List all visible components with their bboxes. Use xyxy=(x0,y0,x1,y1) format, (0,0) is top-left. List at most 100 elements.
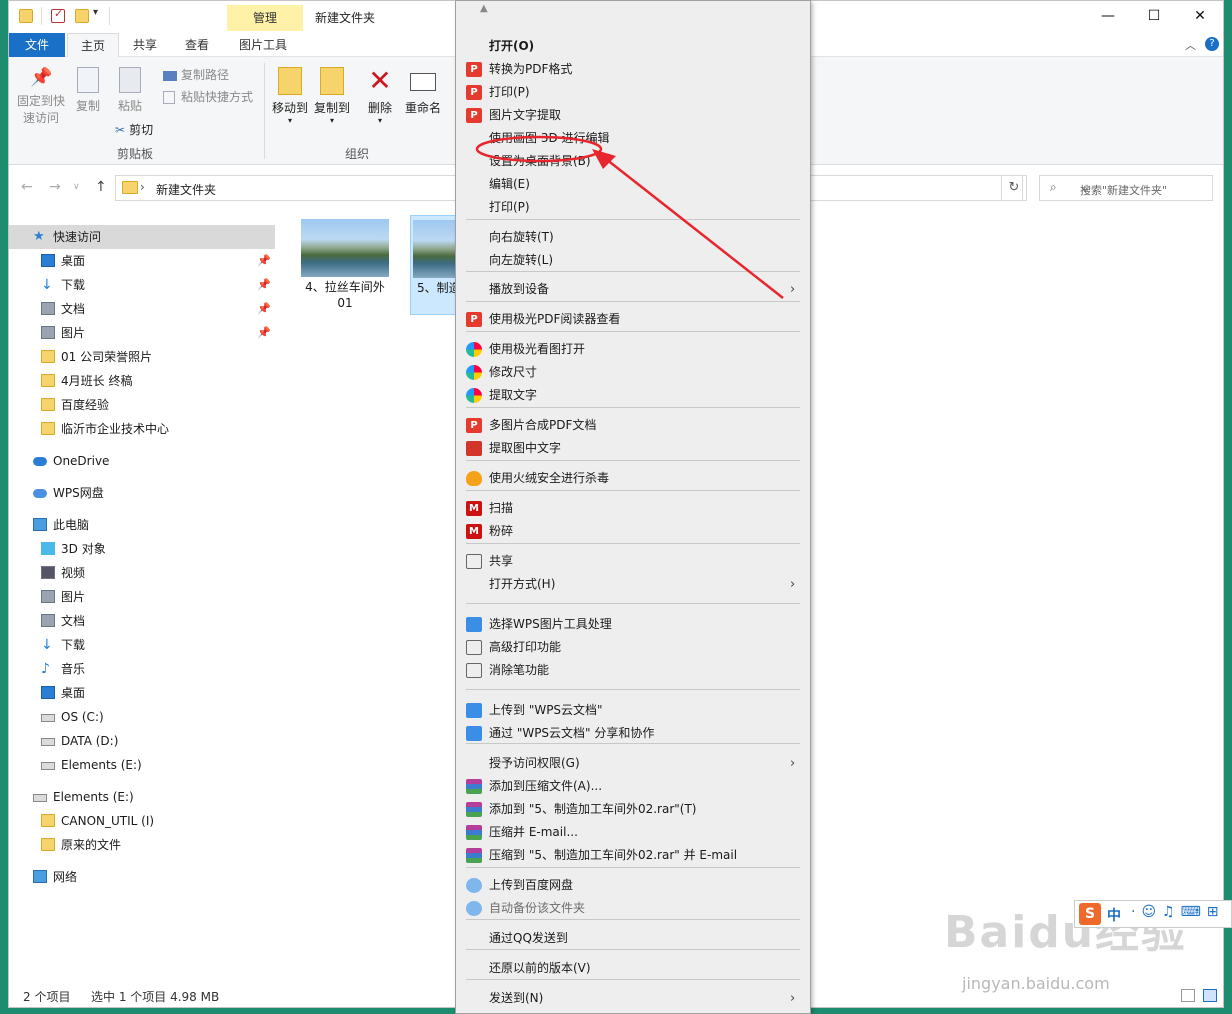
file-thumbnail[interactable]: 4、拉丝车间外 01 xyxy=(299,215,391,315)
context-menu-item[interactable]: 打开方式(H) › xyxy=(456,573,810,596)
nav-onedrive[interactable]: OneDrive xyxy=(9,449,275,473)
minimize-button[interactable]: — xyxy=(1085,1,1131,31)
context-menu-item[interactable]: 选择WPS图片工具处理 xyxy=(456,613,810,636)
context-menu-item[interactable]: 提取文字 xyxy=(456,384,810,407)
pin-quick-access-button[interactable]: 📌 固定到快速访问 xyxy=(15,67,67,127)
nav-item-3d[interactable]: 3D 对象 xyxy=(9,537,275,561)
nav-item-drive-e[interactable]: Elements (E:) xyxy=(9,753,275,777)
context-menu-item[interactable]: P 转换为PDF格式 xyxy=(456,58,810,81)
chevron-right-icon[interactable]: › xyxy=(140,180,145,194)
context-menu-item[interactable]: 添加到 "5、制造加工车间外02.rar"(T) xyxy=(456,798,810,821)
nav-item-pictures[interactable]: 图片 xyxy=(9,585,275,609)
nav-item-drive-c[interactable]: OS (C:) xyxy=(9,705,275,729)
nav-this-pc[interactable]: 此电脑 xyxy=(9,513,275,537)
ime-mode-toggle[interactable]: 中 xyxy=(1107,905,1121,925)
context-menu-item[interactable]: P 打印(P) xyxy=(456,81,810,104)
nav-item-downloads[interactable]: ↓ 下载 xyxy=(9,633,275,657)
context-menu-item[interactable]: 压缩到 "5、制造加工车间外02.rar" 并 E-mail xyxy=(456,844,810,867)
forward-arrow-icon[interactable]: → xyxy=(49,179,61,195)
pin-icon[interactable]: 📌 xyxy=(257,273,271,297)
new-folder-icon[interactable] xyxy=(75,9,89,23)
context-menu-item[interactable]: 授予访问权限(G) › xyxy=(456,752,810,775)
context-menu-item[interactable]: P 图片文字提取 xyxy=(456,104,810,127)
move-to-button[interactable]: 移动到 ▾ xyxy=(269,67,311,125)
context-menu-item[interactable]: 通过QQ发送到 xyxy=(456,927,810,950)
pin-icon[interactable]: 📌 xyxy=(257,321,271,345)
nav-item-folder[interactable]: 临沂市企业技术中心 xyxy=(9,417,275,441)
manage-context-tab[interactable]: 管理 xyxy=(227,5,303,31)
context-menu-item[interactable]: 提取图中文字 xyxy=(456,437,810,460)
context-menu-item[interactable]: 通过 "WPS云文档" 分享和协作 xyxy=(456,722,810,745)
cut-button[interactable]: ✂ 剪切 xyxy=(115,121,153,138)
context-menu-item[interactable]: 打印(P) xyxy=(456,196,810,219)
context-menu-item[interactable]: 使用火绒安全进行杀毒 xyxy=(456,467,810,490)
paste-button[interactable]: 粘贴 xyxy=(113,67,147,114)
context-menu-item[interactable]: 压缩并 E-mail... xyxy=(456,821,810,844)
help-icon[interactable]: ? xyxy=(1205,37,1219,51)
scroll-up-icon[interactable]: ▲ xyxy=(480,3,488,14)
context-menu-item[interactable]: M 扫描 xyxy=(456,497,810,520)
context-menu-item[interactable]: 发送到(N) › xyxy=(456,987,810,1010)
properties-icon[interactable] xyxy=(51,7,65,23)
pin-icon[interactable]: 📌 xyxy=(257,297,271,321)
context-menu-item[interactable]: 向左旋转(L) xyxy=(456,249,810,272)
folder-icon[interactable] xyxy=(19,9,33,23)
large-icons-view-icon[interactable] xyxy=(1203,989,1217,1002)
nav-item-desktop[interactable]: 桌面 📌 xyxy=(9,249,275,273)
nav-item-folder[interactable]: 原来的文件 xyxy=(9,833,275,857)
context-menu-item[interactable]: 设置为桌面背景(B) xyxy=(456,150,810,173)
nav-item-drive-d[interactable]: DATA (D:) xyxy=(9,729,275,753)
nav-item-downloads[interactable]: ↓ 下载 📌 xyxy=(9,273,275,297)
nav-item-folder[interactable]: 4月班长 终稿 xyxy=(9,369,275,393)
tab-share[interactable]: 共享 xyxy=(123,33,167,57)
context-menu-item[interactable]: 向右旋转(T) xyxy=(456,226,810,249)
pin-icon[interactable]: 📌 xyxy=(257,249,271,273)
nav-item-pictures[interactable]: 图片 📌 xyxy=(9,321,275,345)
context-menu-item[interactable]: 打开(O) xyxy=(456,35,810,58)
nav-network[interactable]: 网络 xyxy=(9,865,275,889)
tab-view[interactable]: 查看 xyxy=(175,33,219,57)
close-button[interactable]: ✕ xyxy=(1177,1,1223,31)
refresh-button[interactable]: ↻ xyxy=(1001,175,1027,201)
nav-quick-access[interactable]: ★ 快速访问 xyxy=(9,225,275,249)
address-path[interactable]: 新建文件夹 xyxy=(156,181,216,198)
context-menu-item[interactable]: 共享 xyxy=(456,550,810,573)
context-menu-item[interactable]: 修改尺寸 xyxy=(456,361,810,384)
context-menu-item[interactable]: P 使用极光PDF阅读器查看 xyxy=(456,308,810,331)
nav-item-documents[interactable]: 文档 📌 xyxy=(9,297,275,321)
context-menu-item[interactable]: 消除笔功能 xyxy=(456,659,810,682)
nav-elements-drive[interactable]: Elements (E:) xyxy=(9,785,275,809)
tab-picture-tools[interactable]: 图片工具 xyxy=(229,33,297,57)
nav-item-desktop[interactable]: 桌面 xyxy=(9,681,275,705)
context-menu-item[interactable]: 编辑(E) xyxy=(456,173,810,196)
up-arrow-icon[interactable]: ↑ xyxy=(95,179,107,195)
context-menu-item[interactable]: 使用极光看图打开 xyxy=(456,338,810,361)
copy-button[interactable]: 复制 xyxy=(71,67,105,114)
context-menu-item[interactable]: 自动备份该文件夹 xyxy=(456,897,810,920)
maximize-button[interactable]: ☐ xyxy=(1131,1,1177,31)
ime-tool-icons[interactable]: ·☺♫⌨⊞ xyxy=(1131,904,1225,920)
copy-to-button[interactable]: 复制到 ▾ xyxy=(311,67,353,125)
nav-item-music[interactable]: ♪ 音乐 xyxy=(9,657,275,681)
tab-file[interactable]: 文件 xyxy=(9,33,65,57)
tab-home[interactable]: 主页 xyxy=(67,33,119,57)
nav-item-folder[interactable]: CANON_UTIL (I) xyxy=(9,809,275,833)
context-menu-item[interactable]: P 多图片合成PDF文档 xyxy=(456,414,810,437)
nav-item-documents[interactable]: 文档 xyxy=(9,609,275,633)
rename-button[interactable]: 重命名 xyxy=(403,67,443,116)
chevron-up-icon[interactable]: ︿ xyxy=(1185,37,1196,53)
nav-wps-drive[interactable]: WPS网盘 xyxy=(9,481,275,505)
context-menu-item[interactable]: M 粉碎 xyxy=(456,520,810,543)
context-menu-item[interactable]: 上传到 "WPS云文档" xyxy=(456,699,810,722)
context-menu-item[interactable]: 使用画图 3D 进行编辑 xyxy=(456,127,810,150)
sogou-ime-icon[interactable]: S xyxy=(1079,903,1101,925)
search-input[interactable]: ⌕ 搜索"新建文件夹" xyxy=(1039,175,1213,201)
paste-shortcut-button[interactable]: 粘贴快捷方式 xyxy=(163,88,253,105)
context-menu-item[interactable]: 还原以前的版本(V) xyxy=(456,957,810,980)
nav-item-folder[interactable]: 百度经验 xyxy=(9,393,275,417)
context-menu-item[interactable]: 高级打印功能 xyxy=(456,636,810,659)
chevron-down-icon[interactable]: ▾ xyxy=(93,7,98,18)
nav-item-videos[interactable]: 视频 xyxy=(9,561,275,585)
back-arrow-icon[interactable]: ← xyxy=(21,179,33,195)
context-menu-item[interactable]: 添加到压缩文件(A)... xyxy=(456,775,810,798)
